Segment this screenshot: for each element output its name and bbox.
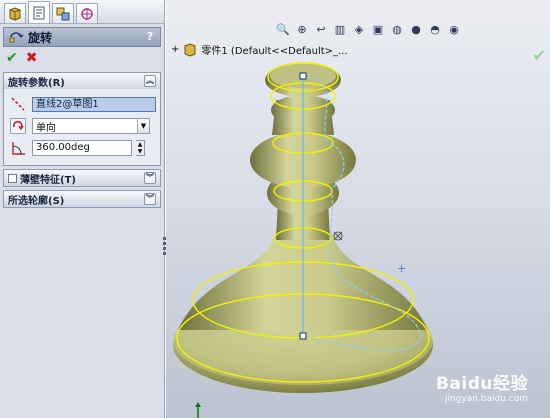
revolve-type-value: 单向	[36, 122, 56, 134]
revolve-type-select[interactable]: 单向 ▼	[32, 118, 150, 134]
selected-contours-label: 所选轮廓(S)	[8, 195, 65, 207]
selected-contours-group: 所选轮廓(S) ︾	[3, 190, 161, 208]
dimxpert-tab[interactable]	[76, 3, 98, 23]
edit-appearance-icon[interactable]: ●	[409, 22, 423, 36]
revolve-parameters-label: 旋转参数(R)	[8, 77, 65, 89]
configuration-manager-tab[interactable]	[52, 3, 74, 23]
part-name[interactable]: 零件1 (Default<<Default>_...	[201, 42, 347, 57]
angle-spinner[interactable]: ▲ ▼	[136, 140, 145, 156]
axis-row: 直线2@草图1	[8, 93, 156, 115]
reference-triad	[195, 402, 201, 418]
feature-manager-icon	[9, 6, 21, 21]
reverse-direction-icon	[10, 118, 26, 134]
direction-row: 单向 ▼	[8, 115, 156, 137]
cancel-button[interactable]: ✖	[26, 50, 38, 66]
manager-tabs	[0, 0, 164, 24]
ok-button[interactable]: ✔	[6, 50, 18, 66]
thin-feature-header[interactable]: 薄壁特征(T) ︾	[4, 170, 160, 186]
axis-icon	[8, 95, 28, 113]
reverse-direction-button[interactable]	[8, 117, 28, 135]
revolve-parameters-header[interactable]: 旋转参数(R) ︽	[4, 73, 160, 89]
angle-row: 360.00deg ▲ ▼	[8, 137, 156, 159]
axis-of-revolution-field[interactable]: 直线2@草图1	[32, 96, 156, 112]
flyout-feature-tree[interactable]: + 零件1 (Default<<Default>_...	[171, 42, 348, 57]
check-icon[interactable]: ✔	[533, 46, 546, 65]
ok-cancel-bar: ✔ ✖	[0, 47, 164, 69]
expand-icon[interactable]: +	[171, 44, 179, 55]
section-view-icon[interactable]: ▥	[333, 22, 347, 36]
thin-feature-group: 薄壁特征(T) ︾	[3, 169, 161, 187]
hide-show-icon[interactable]: ◍	[390, 22, 404, 36]
part-icon	[184, 42, 196, 57]
selected-contours-header[interactable]: 所选轮廓(S) ︾	[4, 191, 160, 207]
watermark-brand: Baidu经验	[435, 374, 528, 394]
help-icon[interactable]: ?	[144, 30, 156, 44]
revolve-parameters-body: 直线2@草图1 单向 ▼ 360.00deg ▲ ▼	[4, 89, 160, 165]
collapse-chevron-icon[interactable]: ︽	[144, 75, 156, 87]
property-manager: 旋转 ? ✔ ✖ 旋转参数(R) ︽ 直线2@草图1 单向 ▼ 360.00de…	[0, 0, 165, 418]
feature-manager-tab[interactable]	[4, 3, 26, 23]
zoom-fit-icon[interactable]: 🔍	[276, 22, 290, 36]
view-orientation-icon[interactable]: ◈	[352, 22, 366, 36]
thin-feature-checkbox[interactable]	[8, 173, 17, 183]
angle-input[interactable]: 360.00deg	[32, 140, 132, 156]
dimxpert-icon	[81, 7, 93, 20]
watermark: Baidu经验 jingyan.baidu.com	[436, 369, 528, 404]
revolve-preview-model[interactable]	[166, 0, 550, 418]
scene-icon[interactable]: ◓	[428, 22, 442, 36]
revolve-feature-icon	[9, 32, 24, 43]
lights-icon[interactable]: ◉	[447, 22, 461, 36]
feature-title-bar: 旋转 ?	[3, 27, 161, 47]
thin-feature-label: 薄壁特征(T)	[20, 174, 76, 186]
expand-chevron-icon[interactable]: ︾	[144, 193, 156, 205]
expand-chevron-icon[interactable]: ︾	[144, 172, 156, 184]
rotation-direction-marker	[333, 231, 343, 241]
configuration-manager-icon	[56, 7, 70, 20]
previous-view-icon[interactable]: ↩	[314, 22, 328, 36]
zoom-area-icon[interactable]: ⊕	[295, 22, 309, 36]
display-style-icon[interactable]: ▣	[371, 22, 385, 36]
heads-up-view-toolbar: 🔍 ⊕ ↩ ▥ ◈ ▣ ◍ ● ◓ ◉	[276, 22, 461, 36]
feature-title: 旋转	[28, 30, 53, 45]
cursor-crosshair-icon: +	[397, 262, 407, 275]
property-manager-tab[interactable]	[28, 1, 50, 23]
revolve-parameters-group: 旋转参数(R) ︽ 直线2@草图1 单向 ▼ 360.00deg ▲ ▼	[3, 72, 161, 166]
property-manager-icon	[33, 6, 45, 19]
chevron-down-icon[interactable]: ▼	[137, 119, 149, 133]
watermark-url: jingyan.baidu.com	[444, 394, 528, 404]
graphics-area[interactable]: 🔍 ⊕ ↩ ▥ ◈ ▣ ◍ ● ◓ ◉ + 零件1 (Default<<Defa…	[166, 0, 550, 418]
angle-icon	[8, 139, 28, 157]
